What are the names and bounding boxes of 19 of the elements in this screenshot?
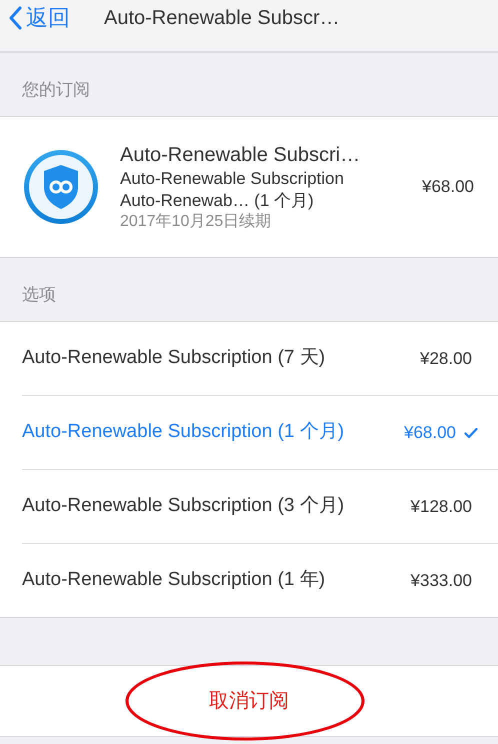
option-price: ¥68.00 xyxy=(404,422,456,444)
option-price: ¥128.00 xyxy=(410,496,472,518)
chevron-icon xyxy=(8,6,22,30)
option-price: ¥28.00 xyxy=(420,348,472,370)
option-price: ¥333.00 xyxy=(410,570,472,592)
checkmark-icon xyxy=(464,426,478,438)
option-label: Auto-Renewable Subscription (1 个月) xyxy=(22,420,346,444)
subscription-name: Auto-Renewable Subscription xyxy=(120,168,345,190)
option-label: Auto-Renewable Subscription (3 个月) xyxy=(22,494,346,518)
subscription-plan: Auto-Renewab… (1 个月) xyxy=(120,190,315,212)
option-label: Auto-Renewable Subscription (1 年) xyxy=(22,568,326,592)
back-button[interactable]: 返回 xyxy=(8,1,70,34)
app-icon xyxy=(22,148,100,226)
page-title: Auto-Renewable Subscr… xyxy=(104,6,340,30)
subscription-price: ¥68.00 xyxy=(422,176,474,198)
renewal-date: 2017年10月25日续期 xyxy=(120,212,272,232)
subscription-title: Auto-Renewable Subscri… xyxy=(120,142,362,168)
cancel-subscription-button[interactable]: 取消订阅 xyxy=(209,686,289,716)
option-label: Auto-Renewable Subscription (7 天) xyxy=(22,346,326,370)
